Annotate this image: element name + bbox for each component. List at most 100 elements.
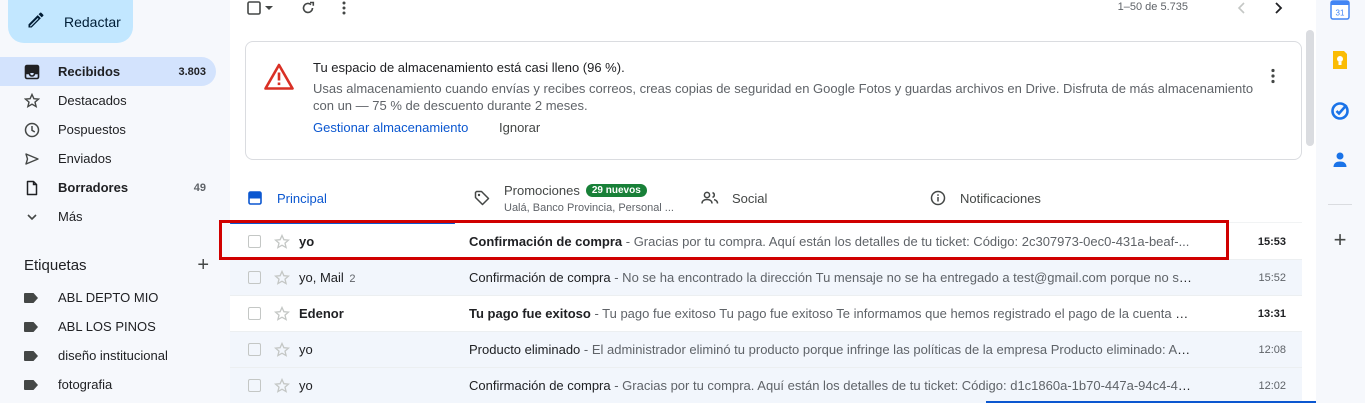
tab-social[interactable]: Social [701,175,916,223]
promotions-senders: Ualá, Banco Provincia, Personal ... [504,202,674,214]
inbox-icon [246,189,264,207]
labels-list: ABL DEPTO MIO ABL LOS PINOS diseño insti… [0,283,216,399]
email-row[interactable]: yo Producto eliminado - El administrador… [230,332,1302,368]
info-icon [929,189,947,207]
email-content: Tu pago fue exitoso - Tu pago fue exitos… [469,306,1193,321]
email-subject: Confirmación de compra [469,234,623,249]
nav-label: Más [58,209,83,224]
star-icon[interactable] [274,233,290,250]
tab-notifications[interactable]: Notificaciones [929,175,1159,223]
nav-item-inbox[interactable]: Recibidos 3.803 [0,57,216,86]
email-row[interactable]: yo, Mail 2 Confirmación de compra - No s… [230,260,1302,296]
label-name: diseño institucional [58,348,168,363]
ignore-link[interactable]: Ignorar [499,120,540,135]
prev-page-icon[interactable] [1234,0,1250,16]
compose-button[interactable]: Redactar [8,0,133,43]
row-checkbox[interactable] [248,235,261,248]
row-checkbox[interactable] [248,379,261,392]
scrollbar-thumb[interactable] [1306,30,1314,146]
email-row[interactable]: yo Confirmación de compra - Gracias por … [230,368,1302,403]
new-count-badge: 29 nuevos [585,184,647,197]
star-icon[interactable] [274,305,290,322]
pagination-range: 1–50 de 5.735 [1117,1,1188,13]
email-snippet: - El administrador eliminó tu producto p… [580,342,1193,357]
tasks-icon[interactable] [1330,101,1350,121]
nav-item-starred[interactable]: Destacados [0,86,216,115]
side-panel: 31 + [1316,0,1365,403]
labels-title: Etiquetas [24,257,87,274]
nav-label: Recibidos [58,64,121,79]
label-name: ABL LOS PINOS [58,319,156,334]
select-dropdown-icon[interactable] [264,0,274,16]
send-icon [24,151,40,167]
add-label-button[interactable]: + [197,254,209,277]
clock-icon [24,122,40,138]
unread-count: 3.803 [178,65,206,78]
manage-storage-link[interactable]: Gestionar almacenamiento [313,120,468,135]
row-checkbox[interactable] [248,271,261,284]
storage-warning-banner: Tu espacio de almacenamiento está casi l… [245,41,1302,160]
label-item[interactable]: fotografia [0,370,216,399]
label-name: ABL DEPTO MIO [58,290,159,305]
star-icon[interactable] [274,341,290,358]
email-list: yo Confirmación de compra - Gracias por … [230,224,1302,403]
compose-label: Redactar [64,13,121,30]
email-subject: Confirmación de compra [469,378,611,393]
star-icon[interactable] [274,269,290,286]
more-vert-icon[interactable] [336,0,352,16]
tab-promotions[interactable]: Promociones 29 nuevos Ualá, Banco Provin… [473,175,688,223]
star-icon[interactable] [274,377,290,394]
add-addon-button[interactable]: + [1330,229,1350,251]
email-row[interactable]: yo Confirmación de compra - Gracias por … [230,224,1302,260]
tab-label: Social [732,191,768,206]
email-sender: yo [299,234,315,249]
draft-icon [24,180,40,196]
email-subject: Tu pago fue exitoso [469,306,591,321]
nav-item-more[interactable]: Más [0,202,216,231]
people-icon [701,189,719,207]
category-tabs: Principal Promociones 29 nuevos Ualá, Ba… [230,175,1302,224]
email-content: Producto eliminado - El administrador el… [469,342,1193,357]
email-content: Confirmación de compra - Gracias por tu … [469,378,1193,393]
email-snippet: - Gracias por tu compra. Aquí están los … [610,378,1193,393]
banner-description: Usas almacenamiento cuando envías y reci… [313,81,1254,113]
nav-label: Destacados [58,93,127,108]
email-sender: yo [299,378,313,393]
labels-header: Etiquetas + [24,254,209,277]
side-divider [1328,204,1352,205]
keep-icon[interactable] [1330,50,1350,70]
email-sender: Edenor [299,306,344,321]
email-time: 12:02 [1258,379,1286,392]
star-icon [24,92,40,109]
calendar-icon[interactable]: 31 [1330,0,1350,20]
drafts-count: 49 [193,181,206,194]
contacts-icon[interactable] [1330,150,1350,170]
row-checkbox[interactable] [248,307,261,320]
email-subject: Confirmación de compra [469,270,611,285]
next-page-icon[interactable] [1270,0,1286,16]
select-all-checkbox[interactable] [246,0,262,16]
email-time: 13:31 [1257,307,1286,320]
row-checkbox[interactable] [248,343,261,356]
inbox-icon [24,64,40,80]
nav-item-drafts[interactable]: Borradores 49 [0,173,216,202]
nav-list: Recibidos 3.803 Destacados Pospuestos En… [0,57,216,231]
banner-more-icon[interactable] [1271,68,1275,84]
label-name: fotografia [58,377,113,392]
label-item[interactable]: diseño institucional [0,341,216,370]
refresh-icon[interactable] [300,0,316,16]
email-snippet: - No se ha encontrado la dirección Tu me… [610,270,1193,285]
pencil-icon [26,10,46,33]
label-item[interactable]: ABL DEPTO MIO [0,283,216,312]
nav-label: Borradores [58,180,129,195]
nav-label: Enviados [58,151,112,166]
email-row[interactable]: Edenor Tu pago fue exitoso - Tu pago fue… [230,296,1302,332]
label-item[interactable]: ABL LOS PINOS [0,312,216,341]
email-time: 12:08 [1258,343,1286,356]
calendar-day: 31 [1336,9,1345,18]
email-sender: yo [299,342,313,357]
nav-item-snoozed[interactable]: Pospuestos [0,115,216,144]
nav-item-sent[interactable]: Enviados [0,144,216,173]
tab-primary[interactable]: Principal [230,175,455,224]
email-content: Confirmación de compra - No se ha encont… [469,270,1193,285]
